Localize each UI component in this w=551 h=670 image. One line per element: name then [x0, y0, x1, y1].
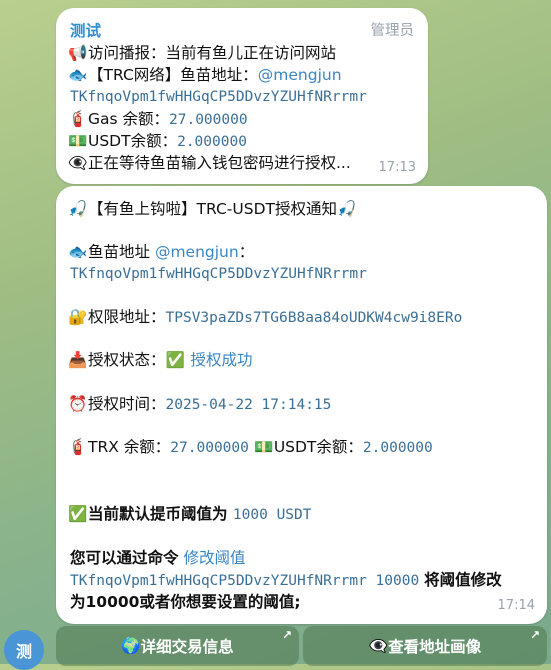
user-mention-link[interactable]: @mengjun	[155, 243, 239, 261]
lock-icon: 🔐	[68, 308, 88, 326]
money-icon: 💵	[254, 438, 274, 456]
wallet-address-code[interactable]: TKfnqoVpm1fwHHGqCP5DDvzYZUHfNRrrmr	[70, 87, 367, 107]
sender-name[interactable]: 测试	[70, 21, 101, 41]
visit-broadcast-line: 📢访问播报：当前有鱼儿正在访问网站	[68, 43, 336, 63]
message-time: 17:14	[497, 598, 535, 613]
threshold-line: ✅当前默认提币阈值为 1000 USDT	[68, 504, 312, 525]
external-arrow-icon: ↗	[529, 628, 540, 642]
waiting-line: 👁️‍🗨️正在等待鱼苗输入钱包密码进行授权...	[68, 153, 351, 173]
eye-icon: 👁️‍🗨️	[68, 154, 88, 172]
gas-balance-line: 🧯Gas 余额：27.000000	[68, 109, 248, 130]
notice-title-text: 【有鱼上钩啦】TRC-USDT授权通知	[88, 200, 337, 218]
command-text: 您可以通过命令	[70, 549, 179, 567]
command-code-line: TKfnqoVpm1fwHHGqCP5DDvzYZUHfNRrrmr 10000…	[70, 570, 502, 591]
detail-transaction-button[interactable]: 🌍 详细交易信息 ↗	[56, 626, 299, 666]
inbox-tray-icon: 📥	[68, 351, 88, 369]
auth-time-label: 授权时间：	[88, 395, 166, 413]
waiting-text: 正在等待鱼苗输入钱包密码进行授权...	[88, 154, 351, 172]
permission-address-value[interactable]: TPSV3paZDs7TG6B8aa84oUDKW4cw9i8ERo	[166, 310, 463, 326]
address-profile-button[interactable]: 👁️‍🗨️ 查看地址画像 ↗	[303, 626, 547, 666]
globe-icon: 🌍	[121, 637, 141, 655]
permission-address-label: 权限地址：	[88, 308, 166, 326]
command-line: 您可以通过命令 修改阈值	[70, 548, 245, 568]
notice-title: 🎣【有鱼上钩啦】TRC-USDT授权通知🎣	[68, 199, 357, 219]
threshold-value[interactable]: 1000 USDT	[233, 507, 312, 523]
permission-address-line: 🔐权限地址：TPSV3paZDs7TG6B8aa84oUDKW4cw9i8ERo	[68, 307, 462, 328]
fishing-pole-icon: 🎣	[68, 200, 88, 218]
alarm-clock-icon: ⏰	[68, 395, 88, 413]
external-arrow-icon: ↗	[281, 628, 292, 642]
avatar[interactable]: 测	[4, 630, 44, 670]
fish-icon: 🐟	[68, 66, 88, 84]
extinguisher-icon: 🧯	[68, 110, 88, 128]
check-mark-icon: ✅	[165, 351, 186, 369]
balance-line: 🧯TRX 余额：27.000000 💵USDT余额：2.000000	[68, 437, 433, 458]
command-tail-text-2: 为10000或者你想要设置的阈值;	[70, 593, 301, 611]
usdt-balance-value[interactable]: 2.000000	[363, 440, 433, 456]
message-time: 17:13	[378, 160, 416, 175]
message-bubble-auth-notice: 🎣【有鱼上钩啦】TRC-USDT授权通知🎣 🐟鱼苗地址 @mengjun： TK…	[56, 186, 547, 624]
command-tail-text: 将阈值修改	[424, 571, 502, 589]
gas-balance-value[interactable]: 27.000000	[169, 112, 248, 128]
extinguisher-icon: 🧯	[68, 438, 88, 456]
visit-broadcast-text: 访问播报：当前有鱼儿正在访问网站	[88, 44, 337, 62]
auth-time-value[interactable]: 2025-04-22 17:14:15	[166, 397, 332, 413]
auth-time-line: ⏰授权时间：2025-04-22 17:14:15	[68, 394, 331, 415]
modify-threshold-link[interactable]: 修改阈值	[183, 549, 245, 567]
fish-address-line: 🐟鱼苗地址 @mengjun：	[68, 242, 254, 262]
auth-status-line: 📥授权状态：✅ 授权成功	[68, 350, 252, 370]
wallet-address-code[interactable]: TKfnqoVpm1fwHHGqCP5DDvzYZUHfNRrrmr	[70, 264, 367, 284]
trx-balance-label: TRX 余额：	[88, 438, 171, 456]
fishing-pole-icon: 🎣	[337, 200, 357, 218]
trx-balance-value[interactable]: 27.000000	[170, 440, 249, 456]
fish-icon: 🐟	[68, 243, 88, 261]
user-mention-link[interactable]: @mengjun	[258, 66, 342, 84]
check-mark-icon: ✅	[68, 505, 88, 523]
command-code[interactable]: TKfnqoVpm1fwHHGqCP5DDvzYZUHfNRrrmr 10000	[70, 573, 419, 589]
usdt-balance-label: USDT余额：	[273, 438, 363, 456]
detail-transaction-label: 详细交易信息	[140, 638, 234, 656]
admin-role-label: 管理员	[370, 23, 415, 39]
eye-icon: 👁️‍🗨️	[368, 637, 389, 655]
auth-status-label: 授权状态：	[88, 351, 166, 369]
message-bubble-visit-report: 测试 管理员 📢访问播报：当前有鱼儿正在访问网站 🐟【TRC网络】鱼苗地址：@m…	[56, 8, 428, 184]
usdt-balance-line: 💵USDT余额：2.000000	[68, 131, 247, 152]
usdt-balance-value[interactable]: 2.000000	[177, 134, 247, 150]
gas-balance-label: Gas 余额：	[88, 110, 170, 128]
fish-address-line: 🐟【TRC网络】鱼苗地址：@mengjun	[68, 65, 342, 85]
auth-status-value[interactable]: 授权成功	[190, 351, 252, 369]
address-profile-label: 查看地址画像	[388, 638, 482, 656]
colon-text: ：	[238, 243, 255, 261]
fish-address-label: 鱼苗地址	[88, 243, 151, 261]
money-icon: 💵	[68, 132, 88, 150]
megaphone-icon: 📢	[68, 44, 88, 62]
usdt-balance-label: USDT余额：	[88, 132, 178, 150]
fish-address-label: 【TRC网络】鱼苗地址：	[88, 66, 258, 84]
threshold-text: 当前默认提币阈值为	[88, 505, 228, 523]
